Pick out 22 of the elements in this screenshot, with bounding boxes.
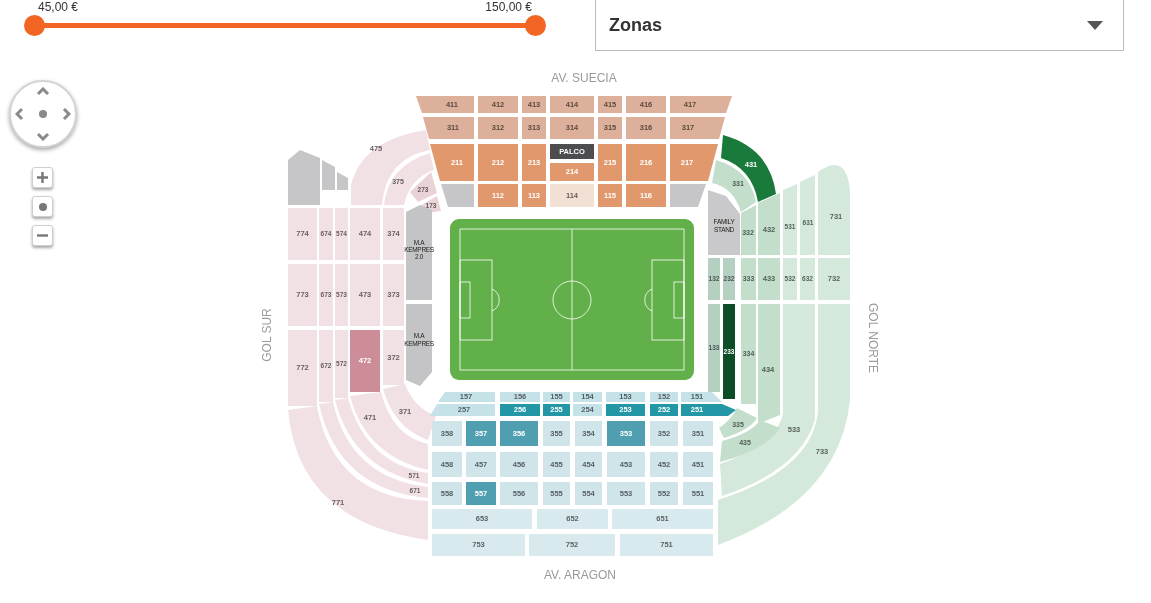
plus-icon xyxy=(37,172,48,183)
stand-block xyxy=(441,184,474,207)
chevron-up-icon xyxy=(36,87,50,96)
street-label: AV. SUECIA xyxy=(551,71,617,85)
street-label: AV. ARAGON xyxy=(544,568,616,582)
chevron-down-icon xyxy=(36,132,50,141)
minus-icon xyxy=(37,234,48,237)
goal-end-label: GOL SUR xyxy=(260,308,274,362)
chevron-right-icon xyxy=(62,107,71,121)
zone-dropdown[interactable]: Zonas xyxy=(595,0,1124,51)
dot-icon xyxy=(38,202,47,211)
zoom-in-button[interactable] xyxy=(32,167,53,188)
stand-block xyxy=(288,150,320,205)
stand-block xyxy=(322,160,335,190)
zoom-out-button[interactable] xyxy=(32,225,53,246)
goal-end-label: GOL NORTE xyxy=(866,303,880,373)
chevron-left-icon xyxy=(15,107,24,121)
stand-block xyxy=(670,184,706,207)
stand-block xyxy=(337,172,348,190)
reset-zoom-button[interactable] xyxy=(32,196,53,217)
pan-control[interactable] xyxy=(9,80,77,148)
caret-icon xyxy=(1087,21,1103,30)
